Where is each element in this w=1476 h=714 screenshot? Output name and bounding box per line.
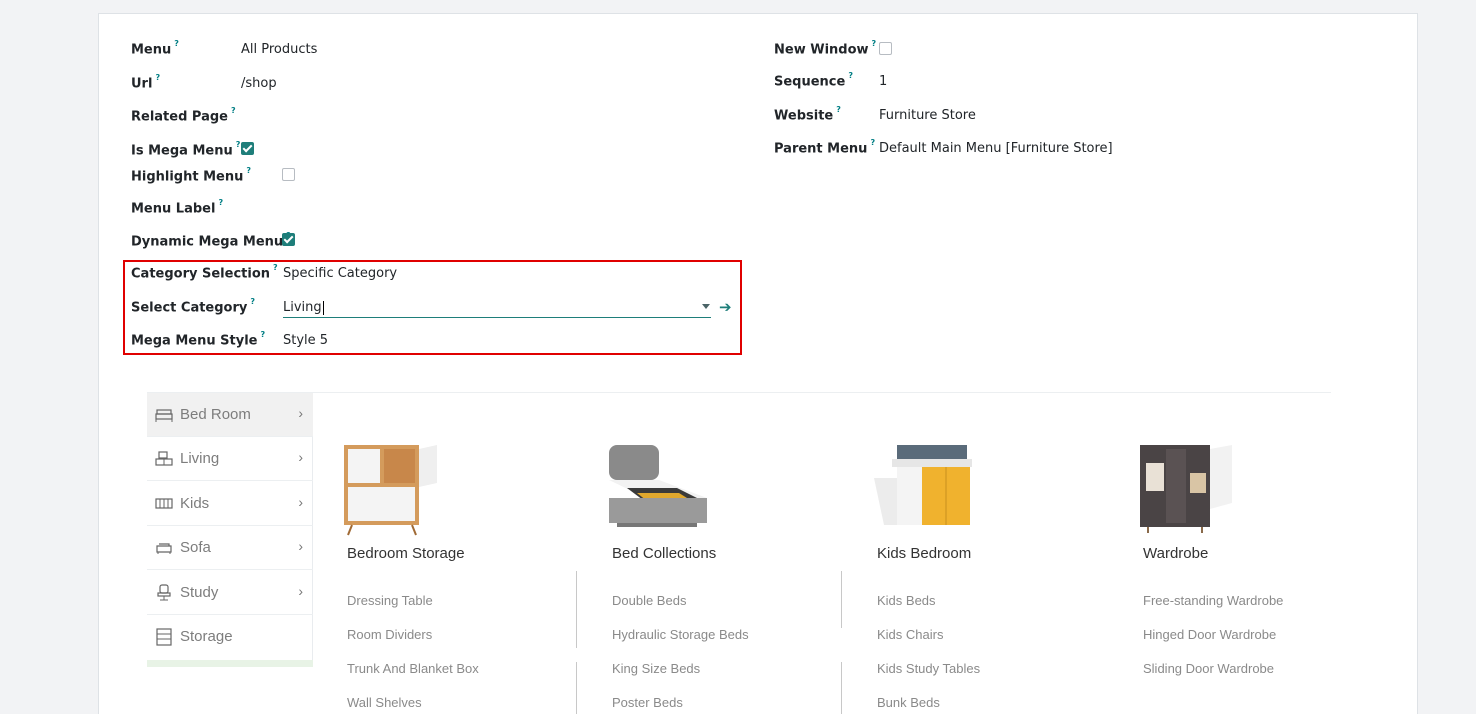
category-selection-field[interactable]: Specific Category xyxy=(283,266,397,281)
column-title[interactable]: Wardrobe xyxy=(1143,545,1208,562)
help-icon[interactable]: ? xyxy=(250,297,255,306)
sidebar-item-kids[interactable]: Kids › xyxy=(147,482,313,526)
select-category-input[interactable]: Living xyxy=(283,300,324,315)
category-link[interactable]: Kids Study Tables xyxy=(877,661,980,676)
help-icon[interactable]: ? xyxy=(174,39,179,48)
category-link[interactable]: Kids Beds xyxy=(877,593,936,608)
sidebar-item-label: Storage xyxy=(180,628,233,645)
is-mega-menu-label: Is Mega Menu? xyxy=(131,140,241,159)
category-link[interactable]: King Size Beds xyxy=(612,661,700,676)
new-window-label: New Window? xyxy=(774,39,877,58)
highlight-menu-checkbox[interactable] xyxy=(282,168,295,181)
help-icon[interactable]: ? xyxy=(231,106,236,115)
help-icon[interactable]: ? xyxy=(872,39,877,48)
category-link[interactable]: Sliding Door Wardrobe xyxy=(1143,661,1274,676)
bed-icon xyxy=(155,409,173,422)
preview-divider xyxy=(147,392,1331,393)
help-icon[interactable]: ? xyxy=(870,138,875,147)
new-window-checkbox[interactable] xyxy=(879,42,892,55)
parent-menu-field[interactable]: Default Main Menu [Furniture Store] xyxy=(879,141,1113,156)
sidebar-item-label: Kids xyxy=(180,495,210,512)
sidebar-item-living[interactable]: Living › xyxy=(147,437,313,481)
sequence-label: Sequence? xyxy=(774,71,853,90)
category-link[interactable]: Bunk Beds xyxy=(877,695,940,710)
sidebar-item-bed-room[interactable]: Bed Room › xyxy=(147,393,313,437)
category-link[interactable]: Poster Beds xyxy=(612,695,683,710)
form-sheet: Menu? All Products Url? /shop Related Pa… xyxy=(98,13,1418,714)
chevron-right-icon: › xyxy=(298,405,303,421)
help-icon[interactable]: ? xyxy=(236,140,241,149)
url-field[interactable]: /shop xyxy=(241,76,277,91)
column-title[interactable]: Bedroom Storage xyxy=(347,545,465,562)
website-label: Website? xyxy=(774,105,841,124)
menu-label-label: Menu Label? xyxy=(131,198,224,217)
parent-menu-label: Parent Menu? xyxy=(774,138,876,157)
column-separator xyxy=(841,571,842,628)
sidebar-item-storage[interactable]: Storage xyxy=(147,615,313,659)
category-selection-label: Category Selection? xyxy=(131,263,278,282)
external-link-arrow-icon[interactable]: ➔ xyxy=(719,298,732,316)
column-title[interactable]: Kids Bedroom xyxy=(877,545,971,562)
menu-label: Menu? xyxy=(131,39,179,58)
mega-menu-style-label: Mega Menu Style? xyxy=(131,330,266,349)
category-link[interactable]: Wall Shelves xyxy=(347,695,422,710)
sequence-field[interactable]: 1 xyxy=(879,74,887,89)
cabinet-icon xyxy=(156,628,172,646)
chevron-right-icon: › xyxy=(298,538,303,554)
chevron-right-icon: › xyxy=(298,583,303,599)
sidebar-item-label: Bed Room xyxy=(180,406,251,423)
storage-cabinet-image xyxy=(344,445,437,536)
related-page-label: Related Page? xyxy=(131,106,236,125)
sidebar-item-label: Sofa xyxy=(180,539,211,556)
chair-icon xyxy=(157,584,171,601)
help-icon[interactable]: ? xyxy=(155,73,160,82)
column-separator xyxy=(841,662,842,714)
menu-field[interactable]: All Products xyxy=(241,42,317,57)
dropdown-caret-icon[interactable] xyxy=(702,304,710,309)
column-separator xyxy=(576,571,577,648)
kids-bunk-bed-image xyxy=(874,445,972,525)
category-link[interactable]: Hinged Door Wardrobe xyxy=(1143,627,1276,642)
help-icon[interactable]: ? xyxy=(260,330,265,339)
highlight-menu-label: Highlight Menu? xyxy=(131,166,252,185)
sidebar-item-sofa[interactable]: Sofa › xyxy=(147,526,313,570)
mega-menu-sidebar: Bed Room › Living › Kids › Sofa › Study … xyxy=(147,393,313,667)
category-link[interactable]: Free-standing Wardrobe xyxy=(1143,593,1283,608)
chevron-right-icon: › xyxy=(298,449,303,465)
help-icon[interactable]: ? xyxy=(218,198,223,207)
help-icon[interactable]: ? xyxy=(848,71,853,80)
wardrobe-image xyxy=(1140,445,1232,533)
category-link[interactable]: Dressing Table xyxy=(347,593,433,608)
category-link[interactable]: Room Dividers xyxy=(347,627,432,642)
crib-icon xyxy=(155,498,173,509)
sofa-icon xyxy=(156,543,172,554)
sidebar-item-label: Living xyxy=(180,450,220,467)
help-icon[interactable]: ? xyxy=(836,105,841,114)
dynamic-mega-menu-checkbox[interactable] xyxy=(282,233,295,246)
select-category-label: Select Category? xyxy=(131,297,256,316)
help-icon[interactable]: ? xyxy=(273,263,278,272)
category-link[interactable]: Hydraulic Storage Beds xyxy=(612,627,749,642)
is-mega-menu-checkbox[interactable] xyxy=(241,142,254,155)
sidebar-item-study[interactable]: Study › xyxy=(147,571,313,615)
column-separator xyxy=(576,662,577,714)
sidebar-item-label: Study xyxy=(180,584,219,601)
select-category-underline xyxy=(283,317,711,318)
website-field[interactable]: Furniture Store xyxy=(879,108,976,123)
sidebar-footer-strip xyxy=(147,660,313,667)
chevron-right-icon: › xyxy=(298,494,303,510)
category-link[interactable]: Kids Chairs xyxy=(877,627,943,642)
mega-menu-style-field[interactable]: Style 5 xyxy=(283,333,328,348)
bed-image xyxy=(609,445,707,527)
living-icon xyxy=(155,451,173,466)
url-label: Url? xyxy=(131,73,161,92)
dynamic-mega-menu-label: Dynamic Mega Menu? xyxy=(131,231,291,249)
help-icon[interactable]: ? xyxy=(246,166,251,175)
column-title[interactable]: Bed Collections xyxy=(612,545,716,562)
category-link[interactable]: Trunk And Blanket Box xyxy=(347,661,479,676)
category-link[interactable]: Double Beds xyxy=(612,593,686,608)
